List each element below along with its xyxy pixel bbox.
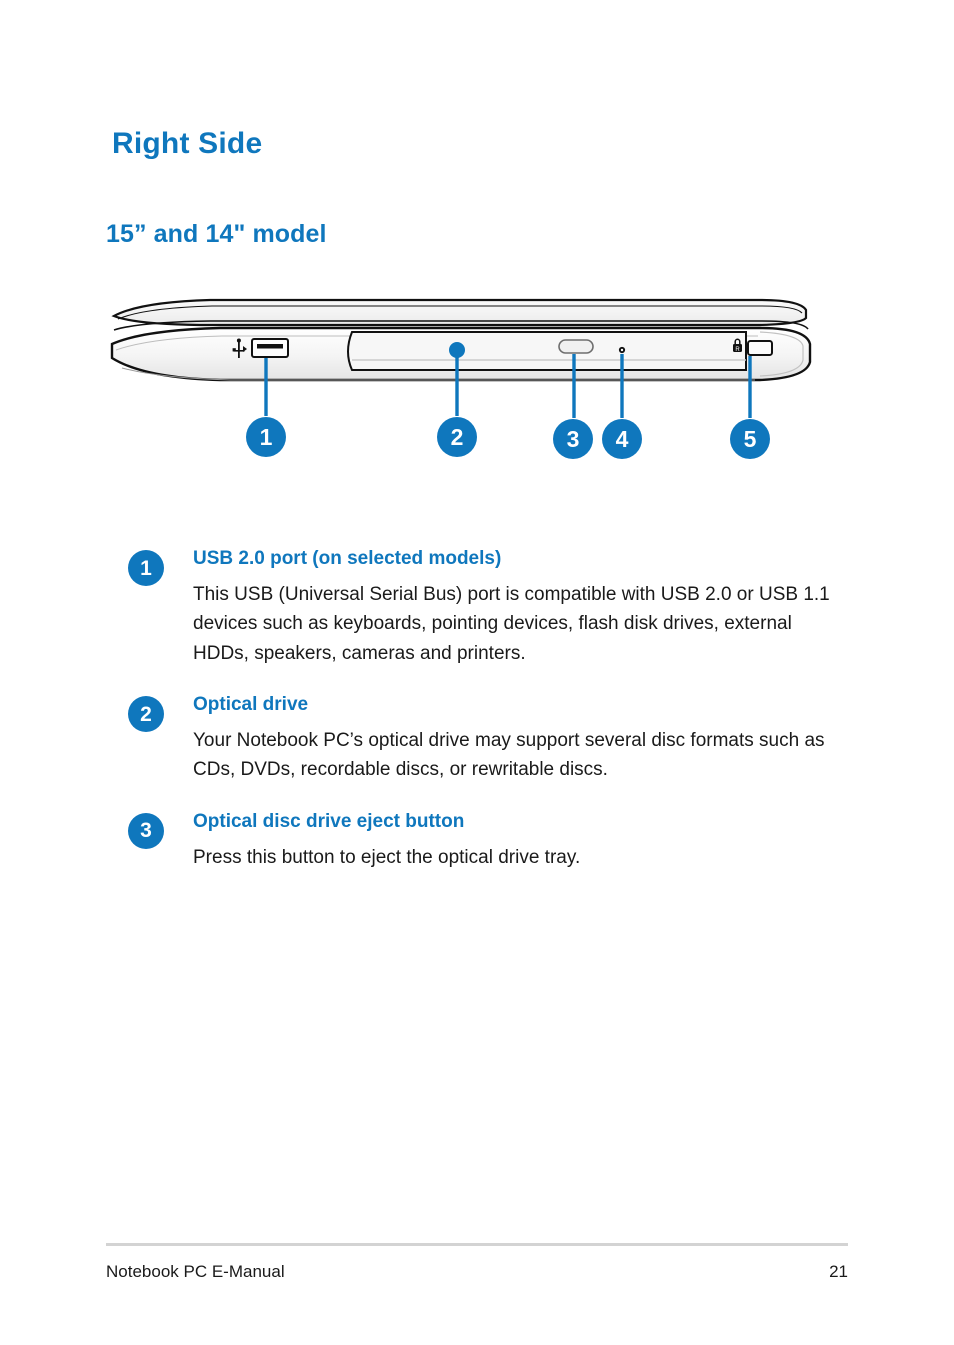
feature-title-3: Optical disc drive eject button: [193, 810, 465, 832]
notebook-right-side-figure: R 1 2 3 4 5: [100, 288, 820, 468]
callout-1-label: 1: [260, 424, 273, 450]
callout-4: 4: [602, 419, 642, 459]
feature-body-2: Your Notebook PC’s optical drive may sup…: [193, 729, 825, 781]
feature-title-2: Optical drive: [193, 694, 309, 716]
footer-divider: [106, 1243, 848, 1246]
callout-3-label: 3: [567, 426, 580, 452]
feature-badge-1: 1: [128, 550, 164, 586]
model-subtitle: 15” and 14" model: [106, 219, 327, 248]
callout-2: 2: [437, 417, 477, 457]
callout-5: 5: [730, 419, 770, 459]
callout-dot-2: [449, 342, 465, 358]
footer-page-number: 21: [829, 1262, 848, 1281]
feature-list: 1 USB 2.0 port (on selected models) This…: [128, 548, 858, 898]
page-footer: Notebook PC E-Manual 21: [106, 1262, 848, 1282]
callout-circles: 1 2 3 4 5: [246, 417, 770, 459]
page: Right Side 15” and 14" model R 1 2 3 4 5…: [0, 0, 954, 1345]
feature-body-3: Press this button to eject the optical d…: [193, 846, 581, 868]
feature-item-usb-port: 1 USB 2.0 port (on selected models) This…: [128, 548, 858, 668]
callout-2-label: 2: [451, 424, 464, 450]
svg-text:R: R: [735, 347, 740, 353]
page-title: Right Side: [112, 127, 263, 161]
feature-item-eject-button: 3 Optical disc drive eject button Press …: [128, 811, 858, 872]
feature-badge-2: 2: [128, 696, 164, 733]
feature-body-1: This USB (Universal Serial Bus) port is …: [193, 583, 830, 664]
feature-badge-3: 3: [128, 812, 164, 849]
callout-5-label: 5: [744, 426, 757, 452]
feature-title-1: USB 2.0 port (on selected models): [193, 548, 502, 569]
callout-1: 1: [246, 417, 286, 457]
footer-document-title: Notebook PC E-Manual: [106, 1262, 285, 1281]
feature-item-optical-drive: 2 Optical drive Your Notebook PC’s optic…: [128, 694, 858, 785]
callout-3: 3: [553, 419, 593, 459]
optical-disc-drive-eject-button: [558, 339, 594, 354]
callout-4-label: 4: [616, 426, 629, 452]
optical-disc-drive-manual-eject-hole: [618, 346, 626, 354]
optical-drive: [347, 331, 747, 371]
